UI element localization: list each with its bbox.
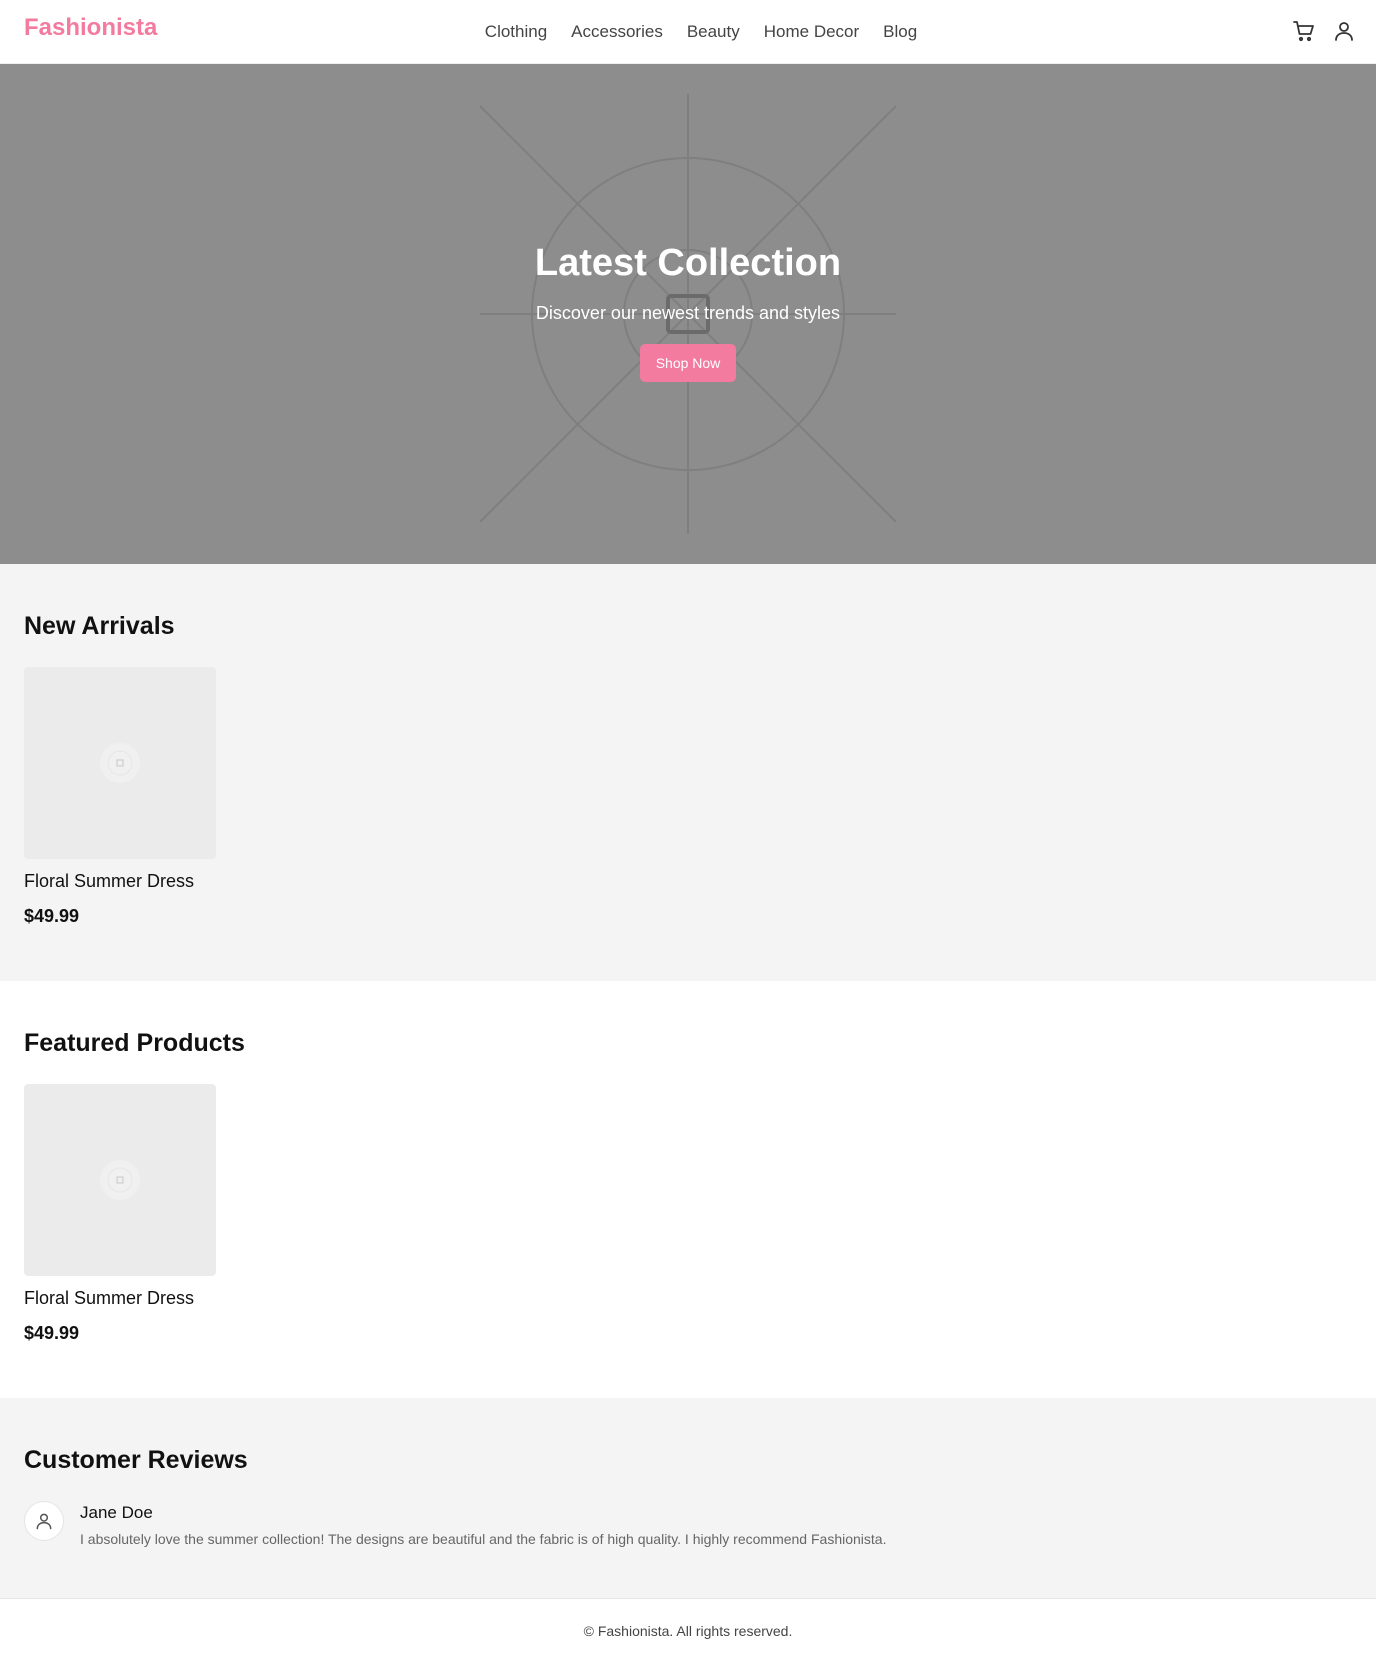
product-card[interactable]: Floral Summer Dress $49.99 — [24, 667, 216, 927]
image-placeholder-icon — [100, 1160, 140, 1200]
new-arrivals-section: New Arrivals Floral Summer Dress $49.99 — [0, 564, 1376, 981]
nav-home-decor[interactable]: Home Decor — [764, 22, 859, 42]
hero-subtitle: Discover our newest trends and styles — [535, 303, 841, 323]
shop-now-button[interactable]: Shop Now — [639, 344, 737, 382]
nav-accessories[interactable]: Accessories — [571, 22, 663, 42]
product-image-placeholder[interactable] — [24, 667, 216, 859]
customer-reviews-section: Customer Reviews Jane Doe I absolutely l… — [0, 1398, 1376, 1598]
user-icon — [36, 1513, 52, 1530]
copyright-text: © Fashionista. All rights reserved. — [583, 1623, 793, 1639]
nav-blog[interactable]: Blog — [883, 22, 917, 42]
product-name[interactable]: Floral Summer Dress — [24, 871, 216, 892]
user-icon[interactable] — [1332, 19, 1356, 43]
cart-icon[interactable] — [1292, 19, 1316, 43]
section-title: Featured Products — [24, 1029, 245, 1057]
product-image-placeholder[interactable] — [24, 1084, 216, 1276]
section-title: New Arrivals — [24, 612, 175, 640]
product-card[interactable]: Floral Summer Dress $49.99 — [24, 1084, 216, 1344]
product-price: $49.99 — [24, 1323, 80, 1343]
section-title: Customer Reviews — [24, 1446, 248, 1474]
product-name[interactable]: Floral Summer Dress — [24, 1288, 216, 1309]
nav-beauty[interactable]: Beauty — [687, 22, 740, 42]
image-placeholder-icon — [100, 743, 140, 783]
reviewer-name: Jane Doe — [80, 1503, 153, 1522]
avatar — [24, 1501, 64, 1541]
product-price: $49.99 — [24, 906, 80, 926]
hero-banner: Latest Collection Discover our newest tr… — [0, 64, 1376, 564]
nav-clothing[interactable]: Clothing — [485, 22, 547, 42]
hero-title: Latest Collection — [534, 242, 842, 284]
review-item: Jane Doe I absolutely love the summer co… — [24, 1501, 1352, 1547]
featured-products-section: Featured Products Floral Summer Dress $4… — [0, 981, 1376, 1398]
header-icons — [1292, 19, 1356, 43]
site-header: Fashionista Clothing Accessories Beauty … — [0, 0, 1376, 64]
site-footer: © Fashionista. All rights reserved. — [0, 1598, 1376, 1660]
main-nav: Clothing Accessories Beauty Home Decor B… — [0, 0, 1376, 64]
review-text: I absolutely love the summer collection!… — [80, 1531, 887, 1547]
